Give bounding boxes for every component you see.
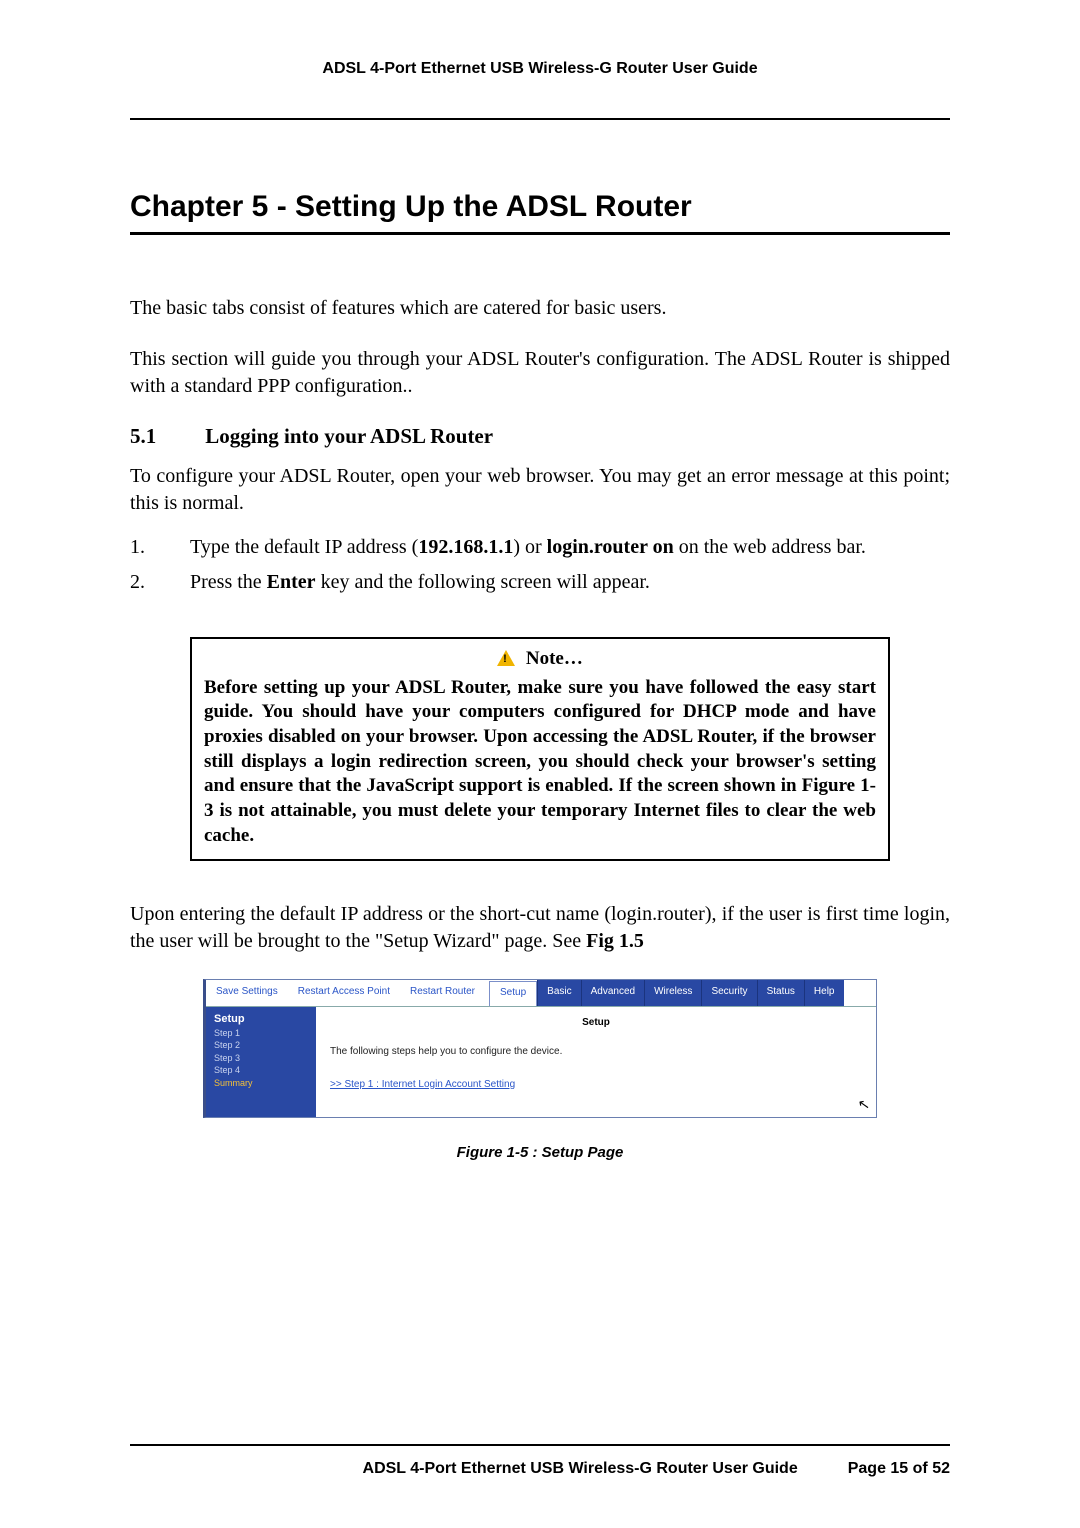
panel-step1-link[interactable]: >> Step 1 : Internet Login Account Setti… [330, 1079, 515, 1090]
section-lead: To configure your ADSL Router, open your… [130, 463, 950, 517]
sidebar-step1[interactable]: Step 1 [214, 1027, 308, 1040]
router-top-bar: Save Settings Restart Access Point Resta… [206, 980, 876, 1007]
panel-title: Setup [330, 1017, 862, 1028]
tab-wireless[interactable]: Wireless [644, 980, 701, 1006]
chapter-intro-2: This section will guide you through your… [130, 346, 950, 400]
note-body-post: You should have your computers configure… [204, 701, 876, 845]
router-main-panel: Setup The following steps help you to co… [316, 1007, 876, 1117]
header-rule [130, 118, 950, 120]
router-sidebar: Setup Step 1 Step 2 Step 3 Step 4 Summar… [206, 1007, 316, 1117]
step-list: 1.Type the default IP address (192.168.1… [130, 533, 950, 597]
panel-text: The following steps help you to configur… [330, 1046, 862, 1057]
router-ui-figure: Save Settings Restart Access Point Resta… [203, 979, 877, 1118]
section-heading: 5.1 Logging into your ADSL Router [130, 424, 950, 449]
tab-setup-active[interactable]: Setup [489, 981, 537, 1006]
sidebar-step4[interactable]: Step 4 [214, 1064, 308, 1077]
footer-page: Page 15 of 52 [848, 1460, 950, 1478]
chapter-title: Chapter 5 - Setting Up the ADSL Router [130, 190, 950, 224]
figure-caption: Figure 1-5 : Setup Page [130, 1144, 950, 1161]
note-title: Note… [204, 647, 876, 672]
chapter-rule [130, 232, 950, 235]
warning-icon [497, 650, 515, 666]
sidebar-step2[interactable]: Step 2 [214, 1039, 308, 1052]
restart-ap-link[interactable]: Restart Access Point [288, 980, 400, 1006]
cursor-icon: ↖ [857, 1095, 872, 1114]
step-1: 1.Type the default IP address (192.168.1… [130, 533, 950, 562]
note-label: Note… [526, 648, 583, 669]
step-2: 2.Press the Enter key and the following … [130, 568, 950, 597]
section-number: 5.1 [130, 424, 200, 449]
footer-title: ADSL 4-Port Ethernet USB Wireless-G Rout… [363, 1460, 798, 1478]
tab-advanced[interactable]: Advanced [581, 980, 644, 1006]
tab-basic[interactable]: Basic [537, 980, 580, 1006]
sidebar-title: Setup [214, 1013, 308, 1025]
document-page: ADSL 4-Port Ethernet USB Wireless-G Rout… [0, 0, 1080, 1528]
save-settings-link[interactable]: Save Settings [206, 980, 288, 1006]
running-header: ADSL 4-Port Ethernet USB Wireless-G Rout… [130, 60, 950, 78]
section-title: Logging into your ADSL Router [205, 424, 493, 448]
sidebar-step3[interactable]: Step 3 [214, 1052, 308, 1065]
restart-router-link[interactable]: Restart Router [400, 980, 485, 1006]
router-body: Setup Step 1 Step 2 Step 3 Step 4 Summar… [206, 1007, 876, 1117]
note-body-pre: Before setting up your ADSL Router, make… [204, 677, 797, 698]
note-box: Note… Before setting up your ADSL Router… [190, 637, 890, 861]
sidebar-summary[interactable]: Summary [214, 1077, 308, 1090]
tab-security[interactable]: Security [701, 980, 756, 1006]
chapter-intro-1: The basic tabs consist of features which… [130, 295, 950, 322]
tab-help[interactable]: Help [804, 980, 844, 1006]
page-footer: ADSL 4-Port Ethernet USB Wireless-G Rout… [130, 1444, 950, 1478]
tab-status[interactable]: Status [757, 980, 804, 1006]
after-note-paragraph: Upon entering the default IP address or … [130, 901, 950, 955]
